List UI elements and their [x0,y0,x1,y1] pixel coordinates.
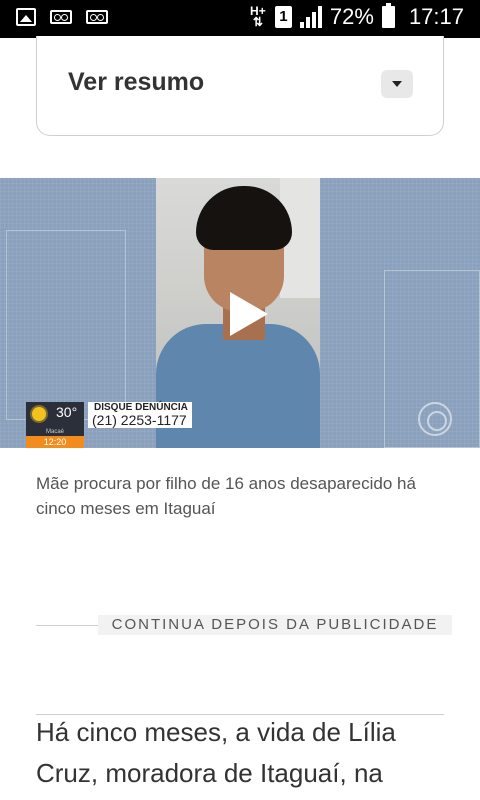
video-player[interactable]: 30° Macaé 12:20 DISQUE DENÚNCIA (21) 225… [0,178,480,448]
weather-box: 30° [26,402,84,428]
sim-icon: 1 [274,6,292,28]
sun-icon [32,407,46,421]
ad-separator-label: CONTINUA DEPOIS DA PUBLICIDADE [98,615,452,635]
gallery-icon [16,8,36,26]
voicemail-icon [50,10,72,24]
signal-icon [299,6,322,28]
chevron-down-icon[interactable] [381,70,413,98]
summary-card[interactable]: Ver resumo [36,36,444,136]
hplus-icon: H+ ⇅ [250,4,266,29]
play-icon[interactable] [230,292,268,336]
weather-city: Macaé [26,428,84,436]
voicemail-icon [86,10,108,24]
battery-percent: 72% [329,4,374,29]
hotline-box: DISQUE DENÚNCIA (21) 2253-1177 [88,402,192,428]
summary-title: Ver resumo [68,68,205,96]
article-paragraph: Há cinco meses, a vida de Lília Cruz, mo… [36,717,396,788]
video-caption: Mãe procura por filho de 16 anos desapar… [36,474,416,518]
hotline-phone: (21) 2253-1177 [92,412,187,428]
battery-icon [381,3,395,28]
globo-icon [418,402,452,436]
status-bar: H+ ⇅ 1 72% 17:17 [0,0,480,38]
weather-time: 12:20 [26,436,84,448]
weather-temp: 30° [56,404,78,420]
clock: 17:17 [408,4,464,29]
video-frame-decoration [6,230,126,420]
ad-separator: CONTINUA DEPOIS DA PUBLICIDADE [36,613,452,637]
network-type: H+ [250,4,266,18]
